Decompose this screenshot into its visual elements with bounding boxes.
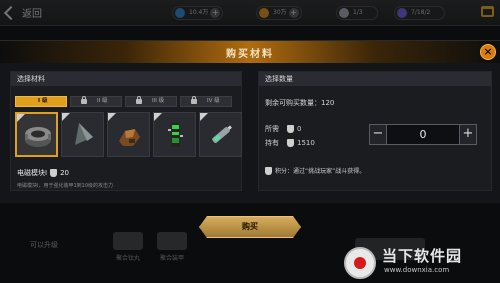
tab-label: I 级 xyxy=(38,98,48,104)
bg-item-label: 聚合钛丸 xyxy=(115,255,140,262)
resource-value: 30万 xyxy=(273,9,287,16)
points-icon xyxy=(50,169,58,177)
resource-gold[interactable]: 30万 + xyxy=(256,6,302,20)
material-grid xyxy=(15,112,242,157)
resource-value: 10.4万 xyxy=(189,9,209,16)
magnetic-module-icon xyxy=(25,127,51,147)
close-button[interactable]: × xyxy=(480,44,496,60)
bg-item: 聚合装甲 xyxy=(152,232,192,262)
material-item[interactable] xyxy=(61,112,104,157)
resource-gems[interactable]: 10.4万 + xyxy=(172,6,224,20)
add-icon[interactable]: + xyxy=(210,8,221,18)
points-icon xyxy=(287,139,294,147)
battery-cell-icon xyxy=(212,125,232,143)
tab-tier-3[interactable]: III 级 xyxy=(125,96,177,107)
increase-button[interactable]: + xyxy=(459,124,477,145)
material-item[interactable] xyxy=(199,112,242,157)
remaining-quantity: 剩余可购买数量：120 xyxy=(265,99,335,107)
gem-icon xyxy=(175,8,185,18)
tab-label: II 级 xyxy=(97,98,108,104)
selected-material: 电磁模块I 20 xyxy=(17,168,69,178)
ore-chunk-icon xyxy=(119,129,140,146)
bg-item-label: 聚合装甲 xyxy=(159,255,184,262)
token-icon xyxy=(397,8,407,18)
resource-value: 7/18/2 xyxy=(411,9,431,16)
dialog-header: 购买材料 × xyxy=(0,41,500,63)
add-icon[interactable]: + xyxy=(288,8,299,18)
back-arrow-icon xyxy=(3,5,19,20)
decrease-button[interactable]: − xyxy=(369,124,387,145)
cart-icon[interactable] xyxy=(481,6,494,17)
lock-icon xyxy=(191,96,197,104)
resource-tokens[interactable]: 7/18/2 xyxy=(394,6,446,20)
quantity-panel-header: 选择数量 xyxy=(259,72,491,86)
hint-text: 积分：通过“挑战玩家”战斗获得。 xyxy=(275,168,366,175)
quantity-value[interactable]: 0 xyxy=(387,124,459,145)
medal-icon xyxy=(339,8,349,18)
resource-value: 1/3 xyxy=(353,9,363,16)
watermark-url: www.downxia.com xyxy=(384,266,450,274)
points-icon xyxy=(287,125,294,133)
tab-tier-1[interactable]: I 级 xyxy=(15,96,78,107)
owned-label: 持有 xyxy=(265,139,279,147)
required-label: 所需 xyxy=(265,125,279,133)
quantity-panel: 选择数量 剩余可购买数量：120 所需 0 持有 1510 − 0 + 积分：通… xyxy=(258,71,492,191)
item-thumb xyxy=(113,232,143,250)
gold-icon xyxy=(259,8,269,18)
material-description: 电磁模块I，用于强化装甲1到10级的攻击力 xyxy=(17,183,114,189)
owned-row: 持有 1510 xyxy=(265,138,315,148)
material-item[interactable] xyxy=(107,112,150,157)
tab-tier-4[interactable]: IV 级 xyxy=(180,96,232,107)
back-label: 返回 xyxy=(22,9,42,20)
lock-icon xyxy=(81,96,87,104)
buy-material-dialog: 购买材料 × 选择材料 I 级 II 级 III 级 IV 级 电磁模块I 20… xyxy=(0,40,500,203)
tab-label: IV 级 xyxy=(207,98,220,104)
owned-amount: 1510 xyxy=(297,139,315,147)
resource-medals[interactable]: 1/3 xyxy=(336,6,378,20)
selected-material-price: 20 xyxy=(60,169,69,177)
tab-tier-2[interactable]: II 级 xyxy=(70,96,122,107)
circuit-board-icon xyxy=(168,123,183,147)
back-button[interactable]: 返回 xyxy=(3,5,42,20)
material-panel: 选择材料 I 级 II 级 III 级 IV 级 电磁模块I 20 电磁模块I，… xyxy=(10,71,242,191)
selected-material-name: 电磁模块I xyxy=(17,169,48,177)
tier-tabs: I 级 II 级 III 级 IV 级 xyxy=(15,96,232,107)
top-bar: 返回 10.4万 + 30万 + 1/3 7/18/2 xyxy=(0,0,500,26)
owned-value: 1510 xyxy=(287,139,315,147)
quantity-stepper[interactable]: − 0 + xyxy=(369,124,477,145)
close-icon: × xyxy=(483,45,493,58)
material-item[interactable] xyxy=(15,112,58,157)
pyramid-crystal-icon xyxy=(75,123,93,145)
watermark-title: 当下软件园 xyxy=(382,247,463,265)
watermark-logo-icon xyxy=(344,247,376,279)
points-icon xyxy=(265,166,272,175)
required-row: 所需 0 xyxy=(265,124,301,134)
material-panel-header: 选择材料 xyxy=(11,72,241,86)
tab-label: III 级 xyxy=(152,98,165,104)
material-item[interactable] xyxy=(153,112,196,157)
buy-button[interactable]: 购买 xyxy=(199,216,301,238)
upgrade-label: 可以升级 xyxy=(30,241,58,249)
item-thumb xyxy=(157,232,187,250)
bg-item: 聚合钛丸 xyxy=(108,232,148,262)
required-value: 0 xyxy=(287,125,301,133)
required-amount: 0 xyxy=(297,125,302,133)
points-hint: 积分：通过“挑战玩家”战斗获得。 xyxy=(265,166,365,175)
watermark: 当下软件园 www.downxia.com xyxy=(344,241,494,281)
dialog-title: 购买材料 xyxy=(226,49,274,60)
lock-icon xyxy=(136,96,142,104)
